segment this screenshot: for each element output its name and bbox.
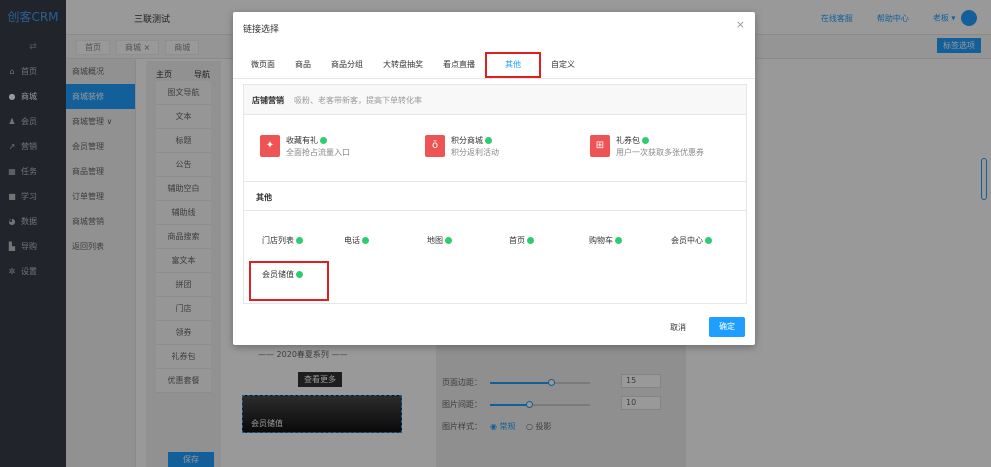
section-title: 其他 xyxy=(256,193,272,202)
store-marketing-header: 店铺营销 吸粉、老客带新客，提高下单转化率 xyxy=(244,85,746,115)
tab-micro-page[interactable]: 微页面 xyxy=(241,55,285,75)
dialog-tabs: 微页面 商品 商品分组 大转盘抽奖 看点直播 其他 自定义 xyxy=(241,52,585,78)
tab-lucky-wheel[interactable]: 大转盘抽奖 xyxy=(373,55,433,75)
link-card-points-mall[interactable]: ō 积分商城 积分返利活动 xyxy=(425,135,565,167)
highlight-box xyxy=(249,261,329,301)
tab-product-group[interactable]: 商品分组 xyxy=(321,55,373,75)
other-section-header: 其他 xyxy=(244,181,746,211)
money-bag-icon: ō xyxy=(425,135,445,157)
check-icon xyxy=(642,137,649,144)
check-icon xyxy=(615,237,622,244)
link-card-favorite-gift[interactable]: ✦ 收藏有礼 全面抢占流量入口 xyxy=(260,135,400,167)
check-icon xyxy=(445,237,452,244)
check-icon xyxy=(296,237,303,244)
close-icon[interactable]: × xyxy=(736,18,745,31)
check-icon xyxy=(705,237,712,244)
check-icon xyxy=(320,137,327,144)
card-desc: 积分返利活动 xyxy=(451,148,499,157)
card-desc: 用户一次获取多张优惠券 xyxy=(616,148,704,157)
link-panel: 店铺营销 吸粉、老客带新客，提高下单转化率 ✦ 收藏有礼 全面抢占流量入口 ō … xyxy=(243,84,747,304)
link-home[interactable]: 首页 xyxy=(509,235,534,246)
cancel-button[interactable]: 取消 xyxy=(670,322,686,333)
tab-divider xyxy=(233,78,755,79)
link-map[interactable]: 地图 xyxy=(427,235,452,246)
section-title: 店铺营销 xyxy=(252,96,284,105)
tab-live[interactable]: 看点直播 xyxy=(433,55,485,75)
tab-product[interactable]: 商品 xyxy=(285,55,321,75)
link-phone[interactable]: 电话 xyxy=(344,235,369,246)
card-desc: 全面抢占流量入口 xyxy=(286,148,350,157)
check-icon xyxy=(362,237,369,244)
tab-custom[interactable]: 自定义 xyxy=(541,55,585,75)
check-icon xyxy=(527,237,534,244)
confirm-button[interactable]: 确定 xyxy=(709,317,745,337)
card-title: 礼券包 xyxy=(616,135,649,146)
link-cart[interactable]: 购物车 xyxy=(589,235,622,246)
link-store-list[interactable]: 门店列表 xyxy=(262,235,303,246)
card-title: 收藏有礼 xyxy=(286,135,327,146)
link-member-center[interactable]: 会员中心 xyxy=(671,235,712,246)
check-icon xyxy=(485,137,492,144)
card-title: 积分商城 xyxy=(451,135,492,146)
tab-other[interactable]: 其他 xyxy=(485,52,541,78)
section-subtitle: 吸粉、老客带新客，提高下单转化率 xyxy=(294,96,422,105)
gift-box-icon: ✦ xyxy=(260,135,280,157)
present-icon: ⊞ xyxy=(590,135,610,157)
link-select-dialog: 链接选择 × 微页面 商品 商品分组 大转盘抽奖 看点直播 其他 自定义 店铺营… xyxy=(233,12,755,345)
link-card-coupon-pack[interactable]: ⊞ 礼券包 用户一次获取多张优惠券 xyxy=(590,135,730,167)
dialog-title: 链接选择 xyxy=(243,25,280,35)
